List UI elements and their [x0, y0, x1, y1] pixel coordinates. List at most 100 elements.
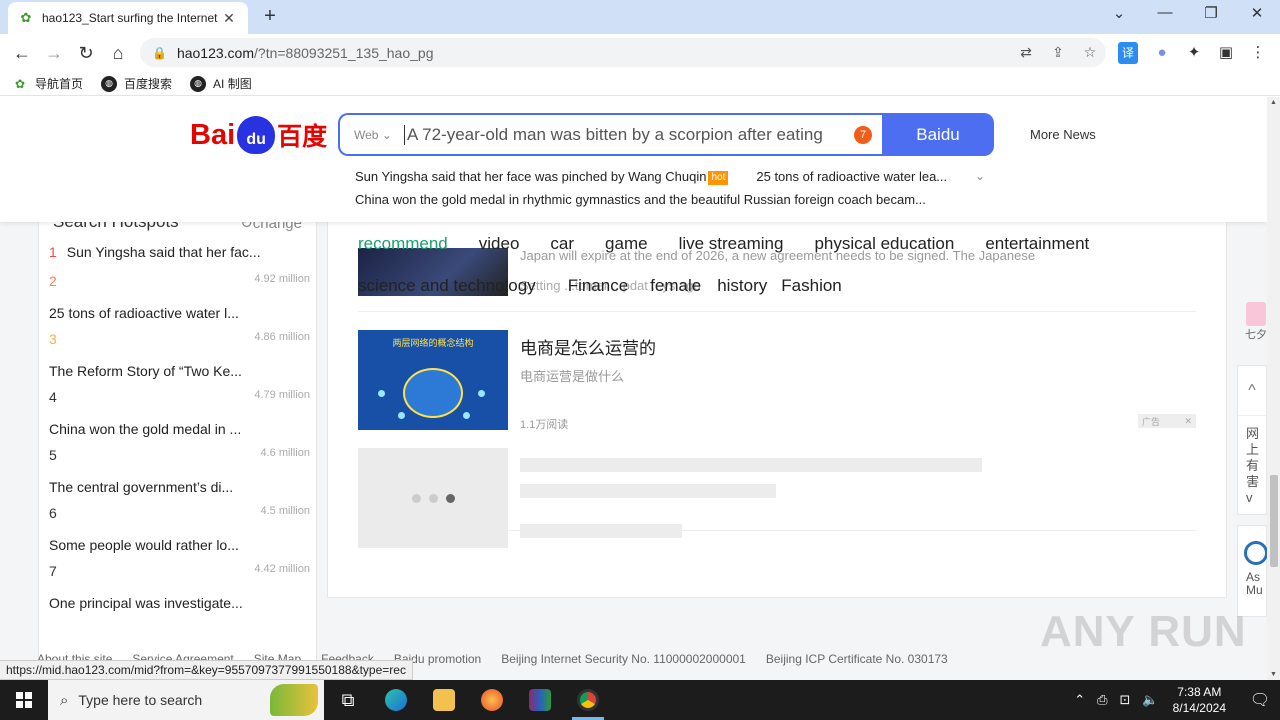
logo-text-cn: 百度	[277, 123, 328, 151]
chrome-icon[interactable]	[564, 680, 612, 720]
feed-tab-physical-education[interactable]: physical education	[814, 234, 954, 254]
side-tool-panel: ^ 网上有害 v	[1237, 365, 1267, 515]
back-to-top-icon[interactable]: ^	[1238, 366, 1266, 416]
winrar-icon[interactable]	[516, 680, 564, 720]
hotspot-item[interactable]: 1 Sun Yingsha said that her fac...	[39, 236, 316, 265]
feed-tab-Finance[interactable]: Finance	[568, 276, 628, 295]
volume-icon[interactable]: 🔈	[1142, 692, 1158, 708]
hot-search-links: Sun Yingsha said that her face was pinch…	[355, 165, 995, 211]
browser-tab[interactable]: ✿ hao123_Start surfing the Internet ✕	[8, 2, 248, 34]
feed-tab-Fashion[interactable]: Fashion	[781, 276, 841, 295]
tray-chevron-up-icon[interactable]: ⌃	[1074, 692, 1085, 708]
news-subtitle[interactable]: 电商运营是做什么	[520, 366, 624, 385]
chevron-down-icon: ⌄	[381, 127, 392, 142]
hotspot-item[interactable]: 7 4.42 million One principal was investiga…	[39, 555, 316, 613]
url-text[interactable]: hao123.com/?tn=88093251_135_hao_pg	[177, 45, 1010, 61]
new-tab-button[interactable]: +	[258, 5, 282, 28]
hotspot-item[interactable]: 3 4.86 million The Reform Story of “Two Ke…	[39, 323, 316, 381]
tab-strip: ✿ hao123_Start surfing the Internet ✕ + …	[0, 0, 1280, 34]
tab-close-icon[interactable]: ✕	[220, 10, 238, 27]
minimize-icon[interactable]: —	[1150, 4, 1180, 21]
more-news-link[interactable]: More News	[1030, 127, 1096, 142]
extensions-puzzle-icon[interactable]: ✦	[1182, 42, 1206, 64]
translate-extension-icon[interactable]: 译	[1118, 42, 1138, 64]
hotspot-title[interactable]: The Reform Story of “Two Ke...	[49, 363, 306, 379]
hotspot-item[interactable]: 6 4.5 million Some people would rather lo.…	[39, 497, 316, 555]
hotspot-title[interactable]: China won the gold medal in ...	[49, 421, 306, 437]
restore-icon[interactable]: ❐	[1196, 4, 1226, 22]
scrollbar-thumb[interactable]	[1270, 475, 1278, 567]
hotspot-item[interactable]: 2 4.92 million 25 tons of radioactive wate…	[39, 265, 316, 323]
feed-tab-history[interactable]: history	[717, 276, 767, 295]
hotspot-title[interactable]: Sun Yingsha said that her fac...	[67, 244, 261, 260]
back-icon[interactable]: ←	[10, 41, 34, 65]
hotspot-item[interactable]: 5 4.6 million The central government’s di.…	[39, 439, 316, 497]
edge-icon[interactable]	[372, 680, 420, 720]
feed-tab-science-and-technology[interactable]: science and technology	[358, 276, 536, 295]
baidu-logo[interactable]: Bai du 百度	[190, 113, 327, 157]
hotspot-title[interactable]: Some people would rather lo...	[49, 537, 306, 553]
page-scrollbar[interactable]: ▲ ▼	[1267, 97, 1280, 680]
side-service-panel[interactable]: As Mu	[1237, 525, 1267, 617]
hot-link[interactable]: Sun Yingsha said that her face was pinch…	[355, 169, 706, 184]
ad-close-icon[interactable]: ✕	[1184, 416, 1192, 427]
hotspot-count: 4.92 million	[254, 273, 310, 285]
address-bar[interactable]: 🔒 hao123.com/?tn=88093251_135_hao_pg ⇄ ⇪…	[140, 38, 1106, 67]
network-icon[interactable]: ⊡	[1120, 692, 1131, 708]
news-title[interactable]: 电商是怎么运营的	[520, 334, 656, 359]
hotspot-rank: 2	[49, 273, 57, 289]
search-scope-select[interactable]: Web ⌄	[340, 128, 404, 142]
bookmark-item-home-nav[interactable]: ✿ 导航首页	[12, 75, 83, 92]
anyrun-watermark: ANY RUN	[1040, 607, 1247, 656]
feed-tab-live-streaming[interactable]: live streaming	[679, 234, 784, 254]
forward-icon[interactable]: →	[42, 41, 66, 65]
hotspot-count: 4.79 million	[254, 389, 310, 401]
hotspot-title[interactable]: One principal was investigate...	[49, 595, 306, 611]
read-count: 1.1万阅读	[520, 419, 569, 431]
lock-icon[interactable]: 🔒	[152, 46, 167, 60]
footer-link[interactable]: Beijing ICP Certificate No. 030173	[766, 652, 948, 666]
scroll-down-icon[interactable]: ▼	[1267, 671, 1280, 678]
feed-tab-recommend[interactable]: recommend	[358, 234, 448, 254]
taskbar-search[interactable]: ⌕ Type here to search	[48, 680, 324, 720]
profile-extension-icon[interactable]: ●	[1150, 42, 1174, 64]
bookmark-item-ai-draw[interactable]: ◍ AI 制图	[190, 75, 252, 92]
feed-tab-video[interactable]: video	[479, 234, 520, 254]
hot-link[interactable]: China won the gold medal in rhythmic gym…	[355, 192, 926, 207]
feed-tab-game[interactable]: game	[605, 234, 648, 254]
loading-bar	[520, 524, 682, 538]
hotspot-title[interactable]: The central government’s di...	[49, 479, 306, 495]
notification-icon[interactable]: 🗨	[1240, 690, 1280, 710]
tray-app-icon[interactable]: ⎙	[1097, 692, 1107, 708]
bookmark-item-baidu-search[interactable]: ◍ 百度搜索	[101, 75, 172, 92]
side-panel-icon[interactable]: ▣	[1214, 42, 1238, 64]
task-view-icon[interactable]: ⧉	[324, 680, 372, 720]
footer-link[interactable]: Beijing Internet Security No. 1100000200…	[501, 652, 746, 666]
expand-chevron-icon[interactable]: ⌄	[975, 165, 985, 188]
hot-link[interactable]: 25 tons of radioactive water lea...	[756, 169, 947, 184]
report-harmful-link[interactable]: 网上有害 v	[1238, 416, 1266, 506]
share-icon[interactable]: ⇪	[1042, 44, 1074, 61]
search-input[interactable]: A 72-year-old man was bitten by a scorpi…	[404, 124, 842, 145]
home-icon[interactable]: ⌂	[106, 41, 130, 65]
feed-tab-entertainment[interactable]: entertainment	[985, 234, 1089, 254]
close-window-icon[interactable]: ✕	[1242, 4, 1272, 22]
menu-kebab-icon[interactable]: ⋮	[1246, 42, 1270, 64]
news-thumbnail-ecommerce[interactable]: 两层网络的概念结构	[358, 330, 508, 430]
hotspot-item[interactable]: 4 4.79 million China won the gold medal in…	[39, 381, 316, 439]
clock[interactable]: 7:38 AM 8/14/2024	[1173, 684, 1226, 716]
translate-icon[interactable]: ⇄	[1010, 44, 1042, 61]
start-button[interactable]	[0, 680, 48, 720]
feed-tab-female[interactable]: female	[650, 276, 701, 295]
loading-bar	[520, 484, 776, 498]
scroll-up-icon[interactable]: ▲	[1267, 99, 1280, 106]
tab-search-chevron-icon[interactable]: ⌄	[1104, 4, 1134, 22]
file-explorer-icon[interactable]	[420, 680, 468, 720]
hotspot-title[interactable]: 25 tons of radioactive water l...	[49, 305, 306, 321]
baidu-search-button[interactable]: Baidu	[882, 113, 994, 156]
bookmark-star-icon[interactable]: ☆	[1074, 44, 1106, 61]
festival-gift-widget[interactable]: 七夕	[1238, 302, 1267, 342]
firefox-icon[interactable]	[468, 680, 516, 720]
feed-tab-car[interactable]: car	[550, 234, 574, 254]
reload-icon[interactable]: ↻	[74, 41, 98, 65]
